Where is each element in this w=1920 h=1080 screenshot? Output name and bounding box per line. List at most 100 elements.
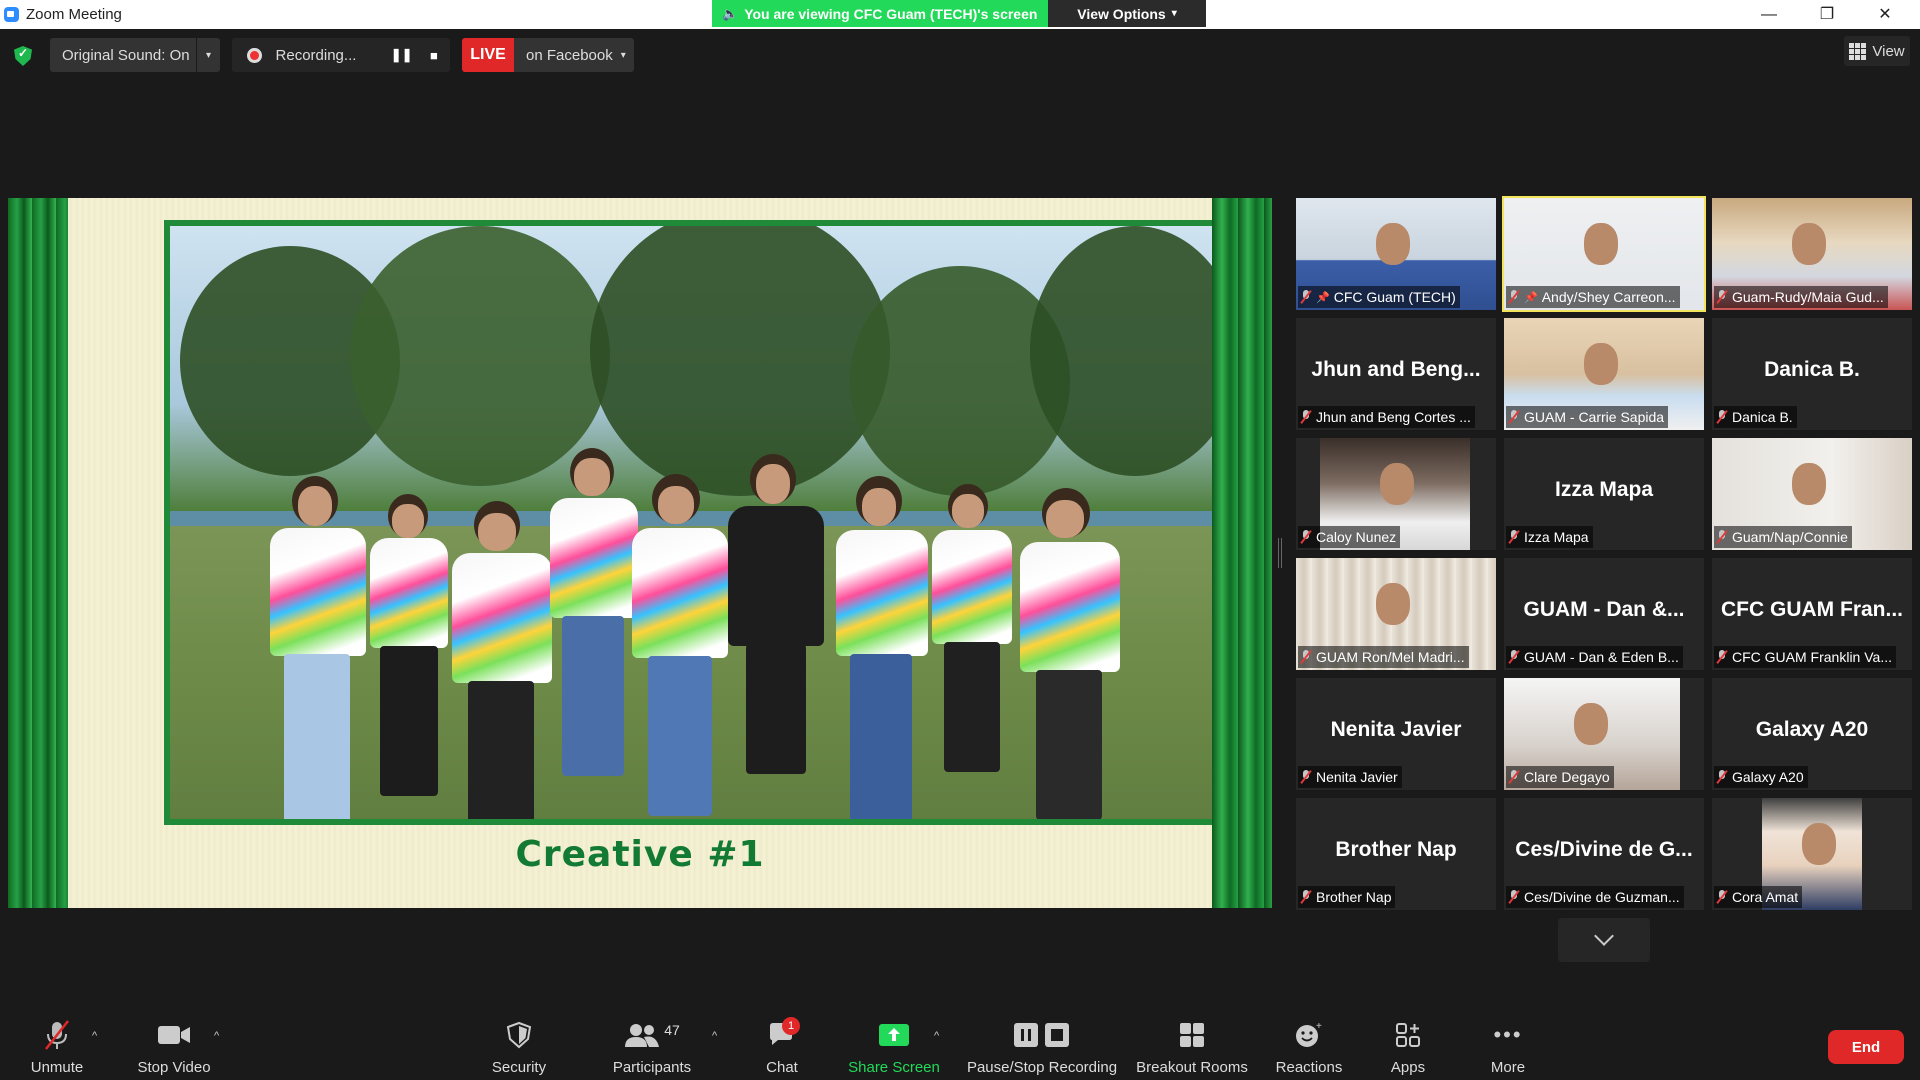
participant-name: GUAM Ron/Mel Madri... — [1316, 649, 1465, 665]
muted-mic-icon — [1716, 290, 1728, 304]
muted-mic-icon — [1716, 770, 1728, 784]
participant-tile[interactable]: Guam-Rudy/Maia Gud... — [1712, 198, 1912, 310]
participant-tile[interactable]: Cora Amat — [1712, 798, 1912, 910]
more-button[interactable]: ••• More — [1482, 1004, 1534, 1080]
share-screen-button[interactable]: Share Screen — [846, 1004, 942, 1080]
participant-display-name: Ces/Divine de G... — [1515, 838, 1693, 861]
muted-mic-icon — [1300, 530, 1312, 544]
recording-indicator: Recording... ❚❚ ■ — [232, 38, 450, 72]
viewing-banner: 🔈 You are viewing CFC Guam (TECH)'s scre… — [712, 0, 1206, 27]
unmute-label: Unmute — [30, 1059, 84, 1076]
ellipsis-icon: ••• — [1493, 1022, 1523, 1047]
group-photo — [164, 220, 1240, 825]
view-options-label: View Options — [1077, 5, 1166, 22]
viewing-message: 🔈 You are viewing CFC Guam (TECH)'s scre… — [712, 0, 1048, 27]
participant-tile[interactable]: GUAM - Carrie Sapida — [1504, 318, 1704, 430]
participant-name-label: CFC GUAM Franklin Va... — [1714, 646, 1896, 668]
participants-options-caret[interactable]: ^ — [712, 1030, 717, 1042]
muted-mic-icon — [1508, 650, 1520, 664]
participant-name-label: GUAM - Dan & Eden B... — [1506, 646, 1683, 668]
participant-gallery: 📌 CFC Guam (TECH) 📌 Andy/Shey Carreon... Gua… — [1296, 196, 1912, 910]
participant-face — [1376, 582, 1410, 625]
participant-tile[interactable]: Clare Degayo — [1504, 678, 1704, 790]
participant-tile[interactable]: Brother Nap Brother Nap — [1296, 798, 1496, 910]
chat-button[interactable]: 1 Chat — [756, 1004, 808, 1080]
view-button[interactable]: View — [1844, 36, 1910, 66]
viewing-message-text: You are viewing CFC Guam (TECH)'s screen — [744, 5, 1038, 22]
muted-mic-icon — [1300, 290, 1312, 304]
video-options-caret[interactable]: ^ — [214, 1030, 219, 1042]
participant-tile[interactable]: Nenita Javier Nenita Javier — [1296, 678, 1496, 790]
participant-display-name: Galaxy A20 — [1755, 718, 1869, 741]
muted-mic-icon — [1508, 530, 1520, 544]
participant-tile[interactable]: GUAM - Dan &... GUAM - Dan & Eden B... — [1504, 558, 1704, 670]
participant-tile[interactable]: CFC GUAM Fran... CFC GUAM Franklin Va... — [1712, 558, 1912, 670]
participant-name-label: Guam/Nap/Connie — [1714, 526, 1852, 548]
participant-name: Ces/Divine de Guzman... — [1524, 889, 1680, 905]
participant-name: GUAM - Dan & Eden B... — [1524, 649, 1679, 665]
original-sound-toggle[interactable]: Original Sound: On ▾ — [50, 38, 220, 72]
breakout-rooms-button[interactable]: Breakout Rooms — [1134, 1004, 1250, 1080]
breakout-rooms-label: Breakout Rooms — [1136, 1059, 1248, 1076]
live-stream-indicator[interactable]: LIVE on Facebook ▾ — [462, 38, 634, 72]
muted-mic-icon — [1300, 890, 1312, 904]
participant-name: Caloy Nunez — [1316, 529, 1397, 545]
participant-face — [1792, 462, 1826, 505]
participant-name-label: GUAM - Carrie Sapida — [1506, 406, 1669, 428]
apps-label: Apps — [1390, 1059, 1426, 1076]
participant-name: Danica B. — [1732, 409, 1793, 425]
participant-name-label: Danica B. — [1714, 406, 1797, 428]
original-sound-dropdown[interactable]: ▾ — [196, 38, 220, 72]
participant-tile[interactable]: 📌 Andy/Shey Carreon... — [1502, 196, 1706, 312]
participant-tile[interactable]: 📌 CFC Guam (TECH) — [1296, 198, 1496, 310]
pause-stop-recording-button[interactable]: Pause/Stop Recording — [962, 1004, 1122, 1080]
participant-name: Guam/Nap/Connie — [1732, 529, 1848, 545]
shared-screen: Creative #1 — [8, 198, 1272, 908]
chevron-down-icon: ▾ — [620, 49, 626, 61]
share-options-caret[interactable]: ^ — [934, 1030, 939, 1042]
muted-mic-icon — [1716, 530, 1728, 544]
participant-display-name: Nenita Javier — [1330, 718, 1462, 741]
pause-stop-recording-icon — [1012, 1017, 1072, 1053]
window-title: Zoom Meeting — [26, 6, 122, 23]
participant-face — [1574, 702, 1609, 745]
reactions-button[interactable]: + Reactions — [1272, 1004, 1346, 1080]
participant-face — [1584, 222, 1618, 265]
restore-button[interactable]: ❐ — [1804, 0, 1850, 29]
split-resize-handle[interactable] — [1278, 538, 1282, 568]
participant-tile[interactable]: Izza Mapa Izza Mapa — [1504, 438, 1704, 550]
apps-button[interactable]: Apps — [1382, 1004, 1434, 1080]
security-button[interactable]: Security — [486, 1004, 552, 1080]
close-button[interactable]: ✕ — [1862, 0, 1908, 29]
stop-video-label: Stop Video — [137, 1059, 211, 1076]
left-curtain-graphic — [8, 198, 68, 908]
video-camera-icon — [154, 1017, 194, 1053]
pause-recording-button[interactable]: ❚❚ — [386, 38, 418, 72]
stop-video-button[interactable]: Stop Video — [132, 1004, 216, 1080]
participant-tile[interactable]: Danica B. Danica B. — [1712, 318, 1912, 430]
muted-mic-icon — [1508, 890, 1520, 904]
live-target[interactable]: on Facebook ▾ — [514, 38, 634, 72]
participant-tile[interactable]: Caloy Nunez — [1296, 438, 1496, 550]
minimize-button[interactable]: — — [1746, 0, 1792, 29]
participant-tile[interactable]: Ces/Divine de G... Ces/Divine de Guzman..… — [1504, 798, 1704, 910]
participant-tile[interactable]: GUAM Ron/Mel Madri... — [1296, 558, 1496, 670]
participant-tile[interactable]: Galaxy A20 Galaxy A20 — [1712, 678, 1912, 790]
participant-display-name: Izza Mapa — [1554, 478, 1654, 501]
participant-name-label: GUAM Ron/Mel Madri... — [1298, 646, 1469, 668]
view-options-button[interactable]: View Options ▾ — [1048, 0, 1206, 27]
unmute-button[interactable]: Unmute — [24, 1004, 90, 1080]
encryption-shield-icon[interactable] — [14, 46, 32, 66]
participants-button[interactable]: 47 Participants — [608, 1004, 696, 1080]
meeting-toolbar: Unmute ^ Stop Video ^ Security 47 Partic… — [0, 1004, 1920, 1080]
muted-mic-icon — [1300, 410, 1312, 424]
audio-options-caret[interactable]: ^ — [92, 1030, 97, 1042]
gallery-scroll-down-button[interactable] — [1558, 918, 1650, 962]
zoom-app-icon — [4, 7, 19, 22]
participant-tile[interactable]: Guam/Nap/Connie — [1712, 438, 1912, 550]
participant-name: Izza Mapa — [1524, 529, 1589, 545]
stop-recording-button[interactable]: ■ — [418, 38, 450, 72]
muted-mic-icon — [1508, 770, 1520, 784]
participant-tile[interactable]: Jhun and Beng... Jhun and Beng Cortes ... — [1296, 318, 1496, 430]
end-meeting-button[interactable]: End — [1828, 1030, 1904, 1064]
